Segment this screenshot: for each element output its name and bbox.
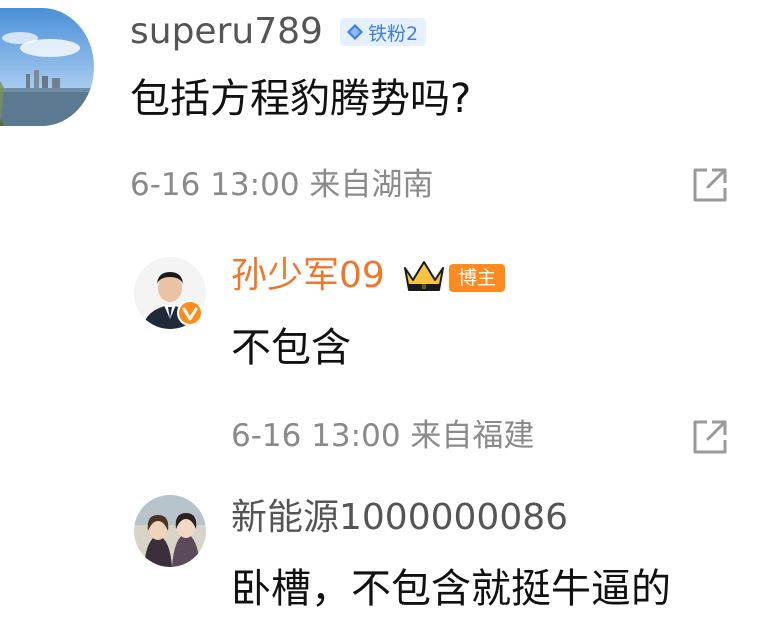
share-icon[interactable]	[690, 165, 730, 205]
comment-meta: 6-16 13:00 来自湖南	[130, 167, 434, 203]
comment-text: 不包含	[231, 325, 351, 371]
diamond-icon	[347, 24, 363, 40]
avatar[interactable]	[0, 8, 94, 126]
host-badge: 博主	[449, 264, 506, 292]
fan-badge: 铁粉2	[340, 18, 427, 46]
comment-text: 卧槽，不包含就挺牛逼的	[231, 566, 671, 612]
comment-meta: 6-16 13:00 来自福建	[231, 418, 535, 454]
avatar[interactable]	[134, 495, 206, 567]
username[interactable]: 孙少军09	[231, 256, 385, 296]
username[interactable]: 新能源1000000086	[231, 498, 568, 538]
verified-v-icon	[177, 300, 203, 326]
svg-text:II: II	[422, 283, 426, 291]
share-icon[interactable]	[690, 417, 730, 457]
crown-icon: II	[404, 261, 444, 291]
username[interactable]: superu789	[130, 12, 323, 52]
fan-badge-label: 铁粉2	[368, 22, 419, 45]
comment-text: 包括方程豹腾势吗?	[130, 76, 472, 122]
